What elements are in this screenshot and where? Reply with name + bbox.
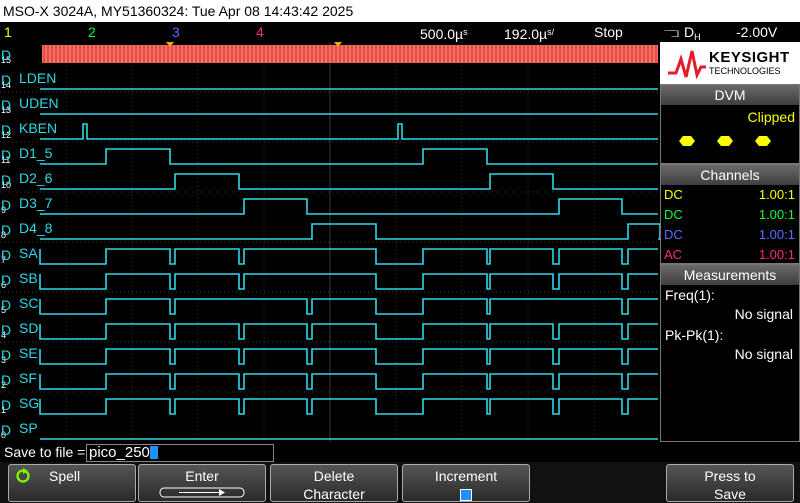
save-file-bar: Save to file = pico_250: [0, 442, 800, 462]
delete-label-line1: Delete: [313, 468, 355, 484]
save-label: Save to file =: [4, 444, 86, 460]
measurement-value: No signal: [734, 346, 793, 362]
probe-ratio: 1.00:1: [758, 207, 795, 222]
coupling: DC: [664, 187, 683, 202]
digital-trace: [40, 123, 658, 140]
digital-trace: [40, 223, 661, 240]
channel-4-indicator[interactable]: 4: [256, 22, 264, 42]
measurements-header: Measurements: [661, 265, 799, 285]
spell-button[interactable]: Spell: [8, 464, 136, 502]
increment-label: Increment: [434, 468, 498, 484]
probe-ratio: 1.00:1: [758, 227, 795, 242]
delay-readout[interactable]: 192.0µs/: [504, 22, 554, 44]
dvm-panel[interactable]: DVM Clipped: [660, 84, 800, 164]
trigger-level[interactable]: -2.00V: [736, 22, 777, 42]
status-bar: 1 2 3 4 500.0µs 192.0µs/ Stop ⫎ DH -2.00…: [0, 22, 800, 42]
filename-input[interactable]: pico_250: [86, 444, 274, 462]
channel-1-indicator[interactable]: 1: [4, 22, 12, 42]
increment-indicator-icon: [460, 489, 472, 501]
dvm-readouts-icon: [679, 136, 771, 146]
channel-2-indicator[interactable]: 2: [88, 22, 96, 42]
title-bar: MSO-X 3024A, MY51360324: Tue Apr 08 14:4…: [0, 0, 800, 22]
press-to-save-button[interactable]: Press to Save: [666, 464, 794, 502]
window-title: MSO-X 3024A, MY51360324: Tue Apr 08 14:4…: [3, 3, 354, 19]
delete-label-line2: Character: [303, 486, 365, 502]
channel-probe-row[interactable]: AC 1.00:1: [661, 245, 799, 265]
digital-trace: [39, 398, 658, 415]
enter-button[interactable]: Enter: [138, 464, 266, 502]
measurement-name: Freq(1):: [665, 287, 715, 303]
probe-ratio: 1.00:1: [758, 247, 795, 262]
measurement-pkpk[interactable]: Pk-Pk(1): No signal: [661, 325, 799, 365]
digital-trace: [39, 298, 658, 315]
measurement-value: No signal: [734, 306, 793, 322]
coupling: DC: [664, 227, 683, 242]
digital-trace: [40, 173, 658, 190]
ck-clock-band: [42, 45, 658, 63]
digital-trace: [39, 248, 658, 265]
dvm-header: DVM: [661, 85, 799, 105]
brand-subtitle: TECHNOLOGIES: [709, 66, 781, 76]
rotate-knob-icon: [16, 468, 30, 483]
text-cursor: [149, 446, 158, 459]
channel-3-indicator[interactable]: 3: [172, 22, 180, 42]
waveform-display[interactable]: D 15 CK D 14 LDEN D 13 UDEN D 12 KBEN D 11 D1_5 D 10 D2_6…: [0, 42, 661, 442]
digital-trace: [39, 373, 658, 390]
softkey-bar: Spell Enter Delete Character Increment P…: [0, 462, 800, 503]
enter-label: Enter: [185, 468, 219, 484]
delete-character-button[interactable]: Delete Character: [270, 464, 398, 502]
channels-panel[interactable]: Channels DC 1.00:1 DC 1.00:1 DC 1.00:1 AC 1.00:…: [660, 164, 800, 264]
channel-probe-row[interactable]: DC 1.00:1: [661, 185, 799, 205]
timebase-readout[interactable]: 500.0µs: [420, 22, 468, 44]
channel-probe-row[interactable]: DC 1.00:1: [661, 225, 799, 245]
coupling: DC: [664, 207, 683, 222]
right-panel: KEYSIGHT TECHNOLOGIES DVM Clipped Channe…: [660, 42, 800, 442]
channels-header: Channels: [661, 165, 799, 185]
save-label-line1: Press to: [704, 468, 756, 484]
dvm-status: Clipped: [747, 109, 795, 125]
measurement-name: Pk-Pk(1):: [665, 327, 724, 343]
keysight-wave-icon: [668, 50, 706, 79]
coupling: AC: [664, 247, 683, 262]
measurements-panel[interactable]: Measurements Freq(1): No signal Pk-Pk(1)…: [660, 264, 800, 442]
digital-trace: [39, 348, 658, 365]
save-label-line2: Save: [714, 486, 746, 502]
channel-probe-row[interactable]: DC 1.00:1: [661, 205, 799, 225]
trigger-edge-icon: ⫎: [664, 24, 679, 40]
digital-trace: [40, 148, 658, 165]
probe-ratio: 1.00:1: [758, 187, 795, 202]
enter-arrow-icon: [159, 487, 245, 498]
waveform-canvas[interactable]: [0, 42, 661, 442]
increment-button[interactable]: Increment: [402, 464, 530, 502]
digital-trace: [39, 273, 658, 290]
brand-name: KEYSIGHT: [709, 49, 790, 66]
keysight-logo: KEYSIGHT TECHNOLOGIES: [660, 42, 800, 84]
run-state: Stop: [594, 24, 623, 40]
digital-trace: [40, 198, 658, 215]
measurement-freq[interactable]: Freq(1): No signal: [661, 285, 799, 325]
spell-label: Spell: [49, 468, 81, 484]
filename-value: pico_250: [89, 444, 150, 461]
digital-trace: [39, 323, 658, 340]
